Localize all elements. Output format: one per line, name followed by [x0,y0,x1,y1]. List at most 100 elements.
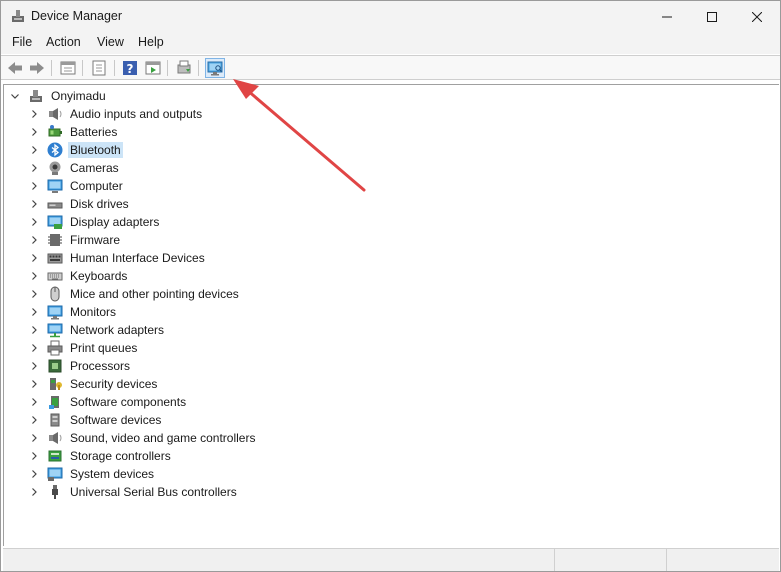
network-adapter-icon [47,323,63,338]
display-adapter-icon [47,215,63,229]
tree-item-label: Software devices [70,413,162,427]
system-device-icon [47,467,63,481]
minimize-button[interactable] [644,1,690,32]
software-component-icon [49,396,59,409]
computer-root-icon [30,90,42,102]
back-icon[interactable] [6,59,24,77]
tree-item-storage-controllers[interactable]: Storage controllers [29,447,173,465]
tree-item-universal-serial-bus-controllers[interactable]: Universal Serial Bus controllers [29,483,239,501]
chevron-right-icon[interactable] [29,325,39,335]
root-label: Onyimadu [51,89,106,103]
tree-item-label: Bluetooth [68,142,123,158]
chevron-right-icon[interactable] [29,397,39,407]
chevron-right-icon[interactable] [29,433,39,443]
update-driver-icon[interactable] [175,59,193,77]
tree-item-label: Batteries [70,125,118,139]
properties-view-icon[interactable] [59,59,77,77]
menu-file[interactable]: File [12,35,32,49]
chevron-right-icon[interactable] [29,487,39,497]
tree-item-computer[interactable]: Computer [29,177,125,195]
menu-action[interactable]: Action [46,35,81,49]
chevron-right-icon[interactable] [29,127,39,137]
tree-item-sound-video-and-game-controllers[interactable]: Sound, video and game controllers [29,429,257,447]
status-cell-secondary [556,549,667,571]
tree-item-software-components[interactable]: Software components [29,393,188,411]
chevron-right-icon[interactable] [29,289,39,299]
tree-item-label: Computer [70,179,123,193]
tree-item-label: System devices [70,467,155,481]
tree-item-monitors[interactable]: Monitors [29,303,118,321]
maximize-button[interactable] [689,1,735,32]
chevron-right-icon[interactable] [29,307,39,317]
chevron-down-icon[interactable] [10,91,20,101]
tree-item-security-devices[interactable]: Security devices [29,375,159,393]
chevron-right-icon[interactable] [29,199,39,209]
tree-item-network-adapters[interactable]: Network adapters [29,321,166,339]
chevron-right-icon[interactable] [29,217,39,227]
maximize-icon [707,11,717,22]
chevron-right-icon[interactable] [29,469,39,479]
forward-icon[interactable] [28,59,46,77]
scan-hardware-icon[interactable] [205,58,225,78]
tree-item-label: Print queues [70,341,138,355]
chevron-right-icon[interactable] [29,235,39,245]
storage-controller-icon [48,450,62,462]
keyboard-icon [47,272,63,281]
toolbar-separator [167,60,168,76]
disk-drive-icon [47,202,63,209]
tree-item-disk-drives[interactable]: Disk drives [29,195,131,213]
run-icon[interactable] [144,59,162,77]
chevron-right-icon[interactable] [29,271,39,281]
tree-item-batteries[interactable]: Batteries [29,123,119,141]
tree-item-label: Display adapters [70,215,160,229]
battery-icon [48,125,62,137]
device-tree[interactable]: Onyimadu Audio inputs and outputs Batteri… [3,84,779,546]
help-icon[interactable]: ? [121,59,139,77]
chevron-right-icon[interactable] [29,343,39,353]
tree-item-label: Cameras [70,161,119,175]
status-bar [3,548,779,571]
tree-item-software-devices[interactable]: Software devices [29,411,163,429]
tree-item-label: Sound, video and game controllers [70,431,256,445]
properties-icon[interactable] [90,59,108,77]
tree-item-keyboards[interactable]: Keyboards [29,267,129,285]
chevron-right-icon[interactable] [29,451,39,461]
toolbar-separator [82,60,83,76]
camera-icon [49,161,61,175]
menu-help[interactable]: Help [138,35,164,49]
tree-item-label: Processors [70,359,131,373]
tree-item-label: Human Interface Devices [70,251,205,265]
toolbar-separator [198,60,199,76]
chevron-right-icon[interactable] [29,109,39,119]
tree-root[interactable]: Onyimadu [10,87,108,105]
chevron-right-icon[interactable] [29,163,39,173]
tree-item-audio-inputs-and-outputs[interactable]: Audio inputs and outputs [29,105,204,123]
chevron-right-icon[interactable] [29,181,39,191]
tree-item-display-adapters[interactable]: Display adapters [29,213,161,231]
monitor-icon [47,305,63,320]
tree-item-mice-and-other-pointing-devices[interactable]: Mice and other pointing devices [29,285,241,303]
software-device-icon [50,413,60,427]
usb-icon [52,485,58,499]
tree-item-system-devices[interactable]: System devices [29,465,156,483]
chevron-right-icon[interactable] [29,415,39,425]
tree-item-processors[interactable]: Processors [29,357,132,375]
toolbar: ? [1,55,780,80]
chevron-right-icon[interactable] [29,361,39,371]
menu-view[interactable]: View [97,35,124,49]
chevron-right-icon[interactable] [29,145,39,155]
sound-controller-icon [49,432,62,444]
mouse-icon [50,286,60,302]
tree-item-label: Security devices [70,377,158,391]
close-button[interactable] [734,1,780,32]
tree-item-firmware[interactable]: Firmware [29,231,122,249]
chevron-right-icon[interactable] [29,379,39,389]
tree-item-cameras[interactable]: Cameras [29,159,121,177]
tree-item-print-queues[interactable]: Print queues [29,339,139,357]
tree-item-bluetooth[interactable]: Bluetooth [29,141,123,159]
bluetooth-icon [47,142,63,158]
firmware-icon [48,234,62,246]
chevron-right-icon[interactable] [29,253,39,263]
tree-item-label: Disk drives [70,197,129,211]
tree-item-human-interface-devices[interactable]: Human Interface Devices [29,249,207,267]
